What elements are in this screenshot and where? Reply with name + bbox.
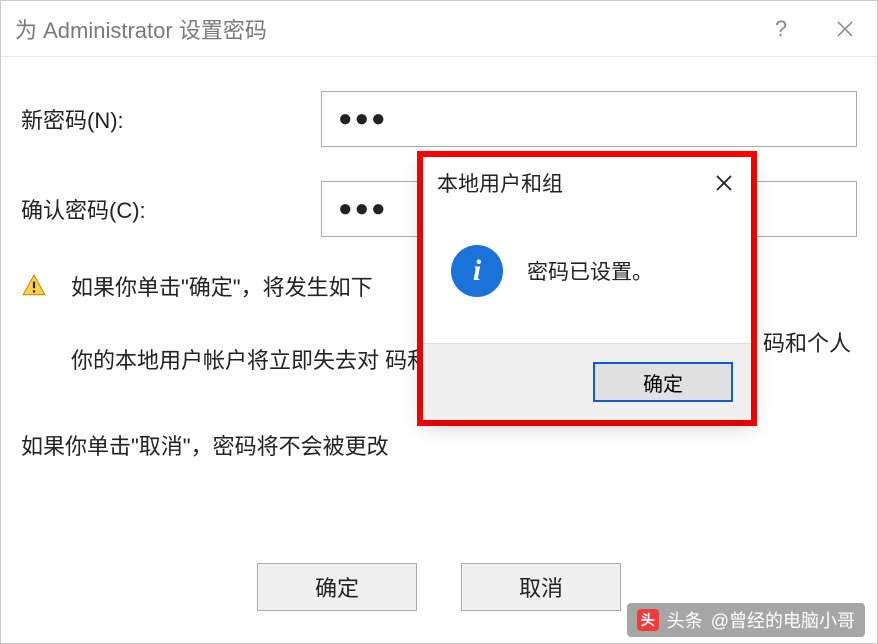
close-button[interactable] (813, 1, 877, 57)
titlebar: 为 Administrator 设置密码 ? (1, 1, 877, 57)
obscured-text-fragment: 码和个人 (763, 326, 851, 358)
highlight-outline: 本地用户和组 i 密码已设置。 确定 (417, 151, 757, 426)
close-icon (715, 174, 733, 192)
popup-title: 本地用户和组 (437, 168, 697, 198)
watermark-logo-icon: 头 (637, 609, 659, 631)
window-title: 为 Administrator 设置密码 (15, 13, 749, 45)
confirm-password-label: 确认密码(C): (21, 193, 321, 225)
popup-titlebar: 本地用户和组 (423, 157, 751, 209)
watermark: 头 头条 @曾经的电脑小哥 (627, 603, 865, 637)
warning-line-3: 如果你单击"取消"，密码将不会被更改 (21, 430, 857, 463)
info-icon: i (451, 245, 503, 297)
close-icon (836, 20, 854, 38)
set-password-dialog: 为 Administrator 设置密码 ? 新密码(N): 确认密码(C): (0, 0, 878, 644)
popup-message: 密码已设置。 (527, 256, 653, 286)
help-icon: ? (775, 16, 787, 42)
watermark-prefix: 头条 (667, 607, 703, 633)
titlebar-actions: ? (749, 1, 877, 57)
popup-footer: 确定 (423, 343, 751, 420)
new-password-row: 新密码(N): (21, 91, 857, 147)
ok-button[interactable]: 确定 (257, 563, 417, 611)
popup-close-button[interactable] (697, 157, 751, 209)
new-password-input[interactable] (321, 91, 857, 147)
warning-icon (21, 273, 47, 299)
message-dialog: 本地用户和组 i 密码已设置。 确定 (423, 157, 751, 420)
popup-body: i 密码已设置。 (423, 209, 751, 343)
new-password-label: 新密码(N): (21, 103, 321, 135)
watermark-text: @曾经的电脑小哥 (711, 607, 855, 633)
help-button[interactable]: ? (749, 1, 813, 57)
popup-ok-button[interactable]: 确定 (593, 362, 733, 402)
cancel-button[interactable]: 取消 (461, 563, 621, 611)
